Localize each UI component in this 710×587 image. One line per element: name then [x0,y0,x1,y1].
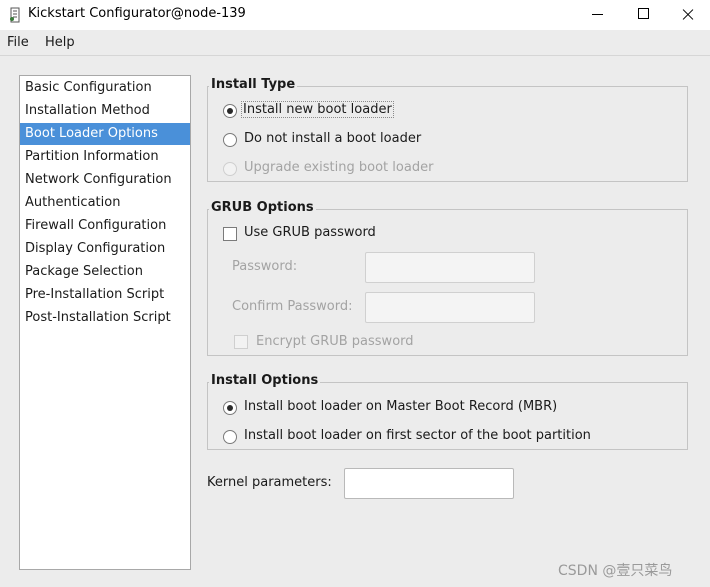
grub-options-title: GRUB Options [209,200,316,215]
install-new-boot-loader-radio[interactable] [223,104,237,118]
kernel-parameters-input[interactable] [344,468,514,499]
nav-boot-loader-options[interactable]: Boot Loader Options [20,123,190,145]
nav-basic-configuration[interactable]: Basic Configuration [20,77,190,99]
menu-bar: File Help [0,30,710,56]
nav-firewall-configuration[interactable]: Firewall Configuration [20,215,190,237]
install-on-boot-partition-label[interactable]: Install boot loader on first sector of t… [244,428,591,443]
confirm-password-input [365,292,535,323]
install-on-boot-partition-radio[interactable] [223,430,237,444]
title-bar: Kickstart Configurator@node-139 [0,0,710,30]
install-new-boot-loader-label[interactable]: Install new boot loader [241,101,394,118]
do-not-install-boot-loader-radio[interactable] [223,133,237,147]
install-options-title: Install Options [209,373,321,388]
nav-installation-method[interactable]: Installation Method [20,100,190,122]
install-type-title: Install Type [209,77,298,92]
menu-help[interactable]: Help [45,35,75,50]
install-on-mbr-radio[interactable] [223,401,237,415]
nav-post-installation-script[interactable]: Post-Installation Script [20,307,190,329]
use-grub-password-checkbox[interactable] [223,227,237,241]
upgrade-boot-loader-label: Upgrade existing boot loader [244,160,434,175]
maximize-button[interactable] [620,0,666,30]
nav-network-configuration[interactable]: Network Configuration [20,169,190,191]
nav-pre-installation-script[interactable]: Pre-Installation Script [20,284,190,306]
nav-authentication[interactable]: Authentication [20,192,190,214]
nav-display-configuration[interactable]: Display Configuration [20,238,190,260]
section-list: Basic Configuration Installation Method … [19,75,191,570]
encrypt-grub-password-checkbox [234,335,248,349]
do-not-install-boot-loader-label[interactable]: Do not install a boot loader [244,131,421,146]
close-button[interactable] [664,0,710,30]
use-grub-password-label[interactable]: Use GRUB password [244,225,376,240]
nav-partition-information[interactable]: Partition Information [20,146,190,168]
password-label: Password: [232,259,298,274]
nav-package-selection[interactable]: Package Selection [20,261,190,283]
install-on-mbr-label[interactable]: Install boot loader on Master Boot Recor… [244,399,557,414]
watermark-text: CSDN @壹只菜鸟 [558,563,673,579]
confirm-password-label: Confirm Password: [232,299,353,314]
kickstart-app-icon [10,7,20,23]
menu-file[interactable]: File [7,35,29,50]
minimize-button[interactable] [574,0,620,30]
encrypt-grub-password-label: Encrypt GRUB password [256,334,414,349]
window-title: Kickstart Configurator@node-139 [28,6,246,21]
upgrade-boot-loader-radio [223,162,237,176]
kernel-parameters-label: Kernel parameters: [207,475,332,490]
password-input [365,252,535,283]
